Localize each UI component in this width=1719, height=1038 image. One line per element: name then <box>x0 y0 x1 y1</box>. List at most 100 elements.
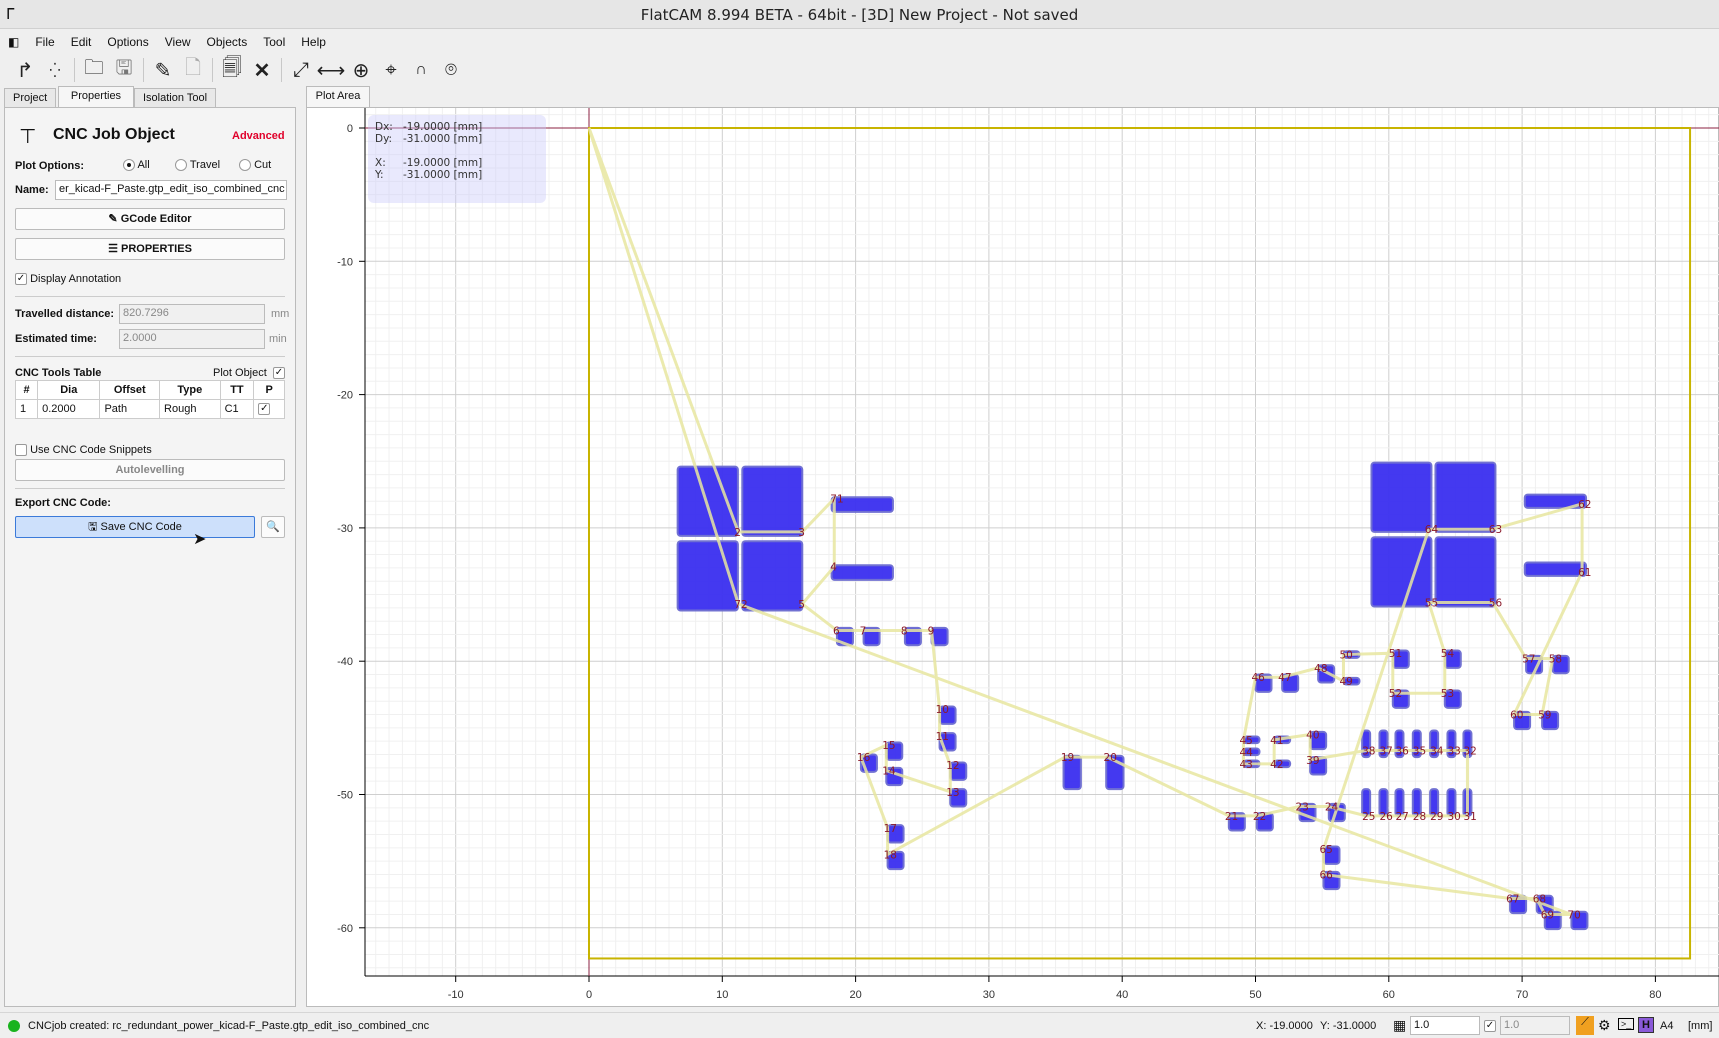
display-annotation-checkbox[interactable]: ✓ Display Annotation <box>15 273 122 286</box>
tab-project[interactable]: Project <box>4 88 57 107</box>
point-label: 7 <box>860 626 867 638</box>
gcode-editor-button[interactable]: ✎ GCode Editor <box>15 208 285 230</box>
snippets-checkbox[interactable]: Use CNC Code Snippets <box>15 444 152 457</box>
pad <box>676 465 739 537</box>
point-label: 19 <box>1061 752 1074 764</box>
menu-objects[interactable]: Objects <box>199 35 256 49</box>
save-cnc-button[interactable]: 🖫 Save CNC Code <box>15 516 255 538</box>
mouse-cursor-icon: ➤ <box>193 531 207 548</box>
name-label: Name: <box>15 184 49 196</box>
menu-bar: ◧ File Edit Options View Objects Tool He… <box>0 30 1719 53</box>
radio-cut[interactable]: Cut <box>239 159 271 172</box>
hud-icon[interactable]: H <box>1638 1017 1654 1033</box>
distance-icon[interactable]: ⟷ <box>316 56 346 84</box>
radio-travel[interactable]: Travel <box>175 159 220 172</box>
new-excellon-icon[interactable]: ⁛ <box>40 56 70 84</box>
coordinate-readout: Dx: -19.0000 [mm] Dy: -31.0000 [mm] X: -19.… <box>368 115 546 203</box>
plot-area[interactable]: -10 0 10 20 30 40 50 60 70 80 0 -10 -20 -30 -40 -50 -60 2… <box>306 107 1719 1007</box>
status-y: Y: -31.0000 <box>1320 1020 1377 1032</box>
status-message: CNCjob created: rc_redundant_power_kicad… <box>28 1020 430 1032</box>
y-tick-label: -50 <box>337 790 353 802</box>
point-label: 49 <box>1339 676 1352 688</box>
point-label: 44 <box>1240 747 1254 759</box>
point-label: 27 <box>1395 811 1408 823</box>
table-row[interactable]: 1 0.2000 Path Rough C1 ✓ <box>14 399 285 419</box>
name-input[interactable]: er_kicad-F_Paste.gtp_edit_iso_combined_c… <box>55 180 287 200</box>
settings-icon[interactable]: ⚙ <box>1598 1017 1611 1034</box>
point-label: 58 <box>1549 654 1562 666</box>
x-label: X: <box>375 157 386 169</box>
y-tick-label: -20 <box>337 390 353 402</box>
tab-isolation-tool[interactable]: Isolation Tool <box>134 88 216 107</box>
page-size-label[interactable]: A4 <box>1660 1020 1673 1032</box>
plot-tool-checkbox[interactable]: ✓ <box>253 399 285 419</box>
gcode-editor-label: GCode Editor <box>120 213 192 225</box>
point-label: 37 <box>1379 746 1392 758</box>
properties-button[interactable]: ☰ PROPERTIES <box>15 238 285 260</box>
menu-help[interactable]: Help <box>293 35 334 49</box>
title-bar: ᒥ FlatCAM 8.994 BETA - 64bit - [3D] New … <box>0 0 1719 29</box>
grid-y-input: 1.0 <box>1500 1016 1570 1035</box>
y-tick-label: 0 <box>347 123 353 135</box>
point-label: 16 <box>857 752 871 764</box>
toolbar: ↱ ⁛ 🗀 🖫 ✎ 🗋 🗐 ✕ ⤢ ⟷ ⊕ ⌖ ∩ ⌾ <box>0 54 1719 86</box>
menu-file[interactable]: File <box>27 35 62 49</box>
status-x: X: -19.0000 <box>1256 1020 1313 1032</box>
menu-edit[interactable]: Edit <box>63 35 100 49</box>
col-offset: Offset <box>99 380 161 400</box>
locate-icon[interactable]: ⌾ <box>436 56 466 84</box>
origin-icon[interactable]: ⌖ <box>376 56 406 84</box>
menu-view[interactable]: View <box>157 35 199 49</box>
units-label[interactable]: [mm] <box>1688 1020 1712 1032</box>
menu-tool[interactable]: Tool <box>255 35 293 49</box>
panel-toggle-icon[interactable]: ◧ <box>0 35 27 49</box>
pad <box>1434 461 1497 533</box>
dx-label: Dx: <box>375 121 393 133</box>
point-label: 8 <box>901 626 908 638</box>
delete-icon[interactable]: ✕ <box>247 56 277 84</box>
autolevelling-button[interactable]: Autolevelling <box>15 459 285 481</box>
point-label: 26 <box>1379 811 1393 823</box>
panel-title: CNC Job Object <box>53 126 175 143</box>
point-label: 63 <box>1489 524 1502 536</box>
point-label: 17 <box>884 823 897 835</box>
point-label: 31 <box>1463 811 1476 823</box>
y-label: Y: <box>375 169 384 181</box>
copy-icon[interactable]: 🗐 <box>217 56 247 84</box>
point-label: 45 <box>1240 735 1253 747</box>
col-dia: Dia <box>37 380 101 400</box>
cell-type: Rough <box>159 399 221 419</box>
tools-table-label: CNC Tools Table <box>15 367 102 379</box>
save-icon[interactable]: 🖫 <box>109 56 139 84</box>
open-icon[interactable]: 🗀 <box>79 56 109 84</box>
point-label: 12 <box>946 760 959 772</box>
point-label: 40 <box>1306 730 1319 742</box>
tab-properties[interactable]: Properties <box>58 86 134 107</box>
plot-object-checkbox[interactable]: ✓ <box>273 367 285 379</box>
pad <box>1523 561 1588 577</box>
plot-canvas[interactable]: -10 0 10 20 30 40 50 60 70 80 0 -10 -20 -30 -40 -50 -60 2… <box>307 108 1719 1008</box>
review-button[interactable]: 🔍 <box>261 516 285 538</box>
status-ok-icon <box>8 1020 20 1032</box>
zoom-fit-icon[interactable]: ⤢ <box>286 56 316 84</box>
grid-x-input[interactable]: 1.0 <box>1410 1016 1480 1035</box>
menu-options[interactable]: Options <box>99 35 156 49</box>
plot-options-label: Plot Options: <box>15 160 85 172</box>
export-label: Export CNC Code: <box>15 497 111 509</box>
new-geometry-icon[interactable]: ↱ <box>10 56 40 84</box>
plot-object-label: Plot Object <box>213 367 267 379</box>
axis-icon[interactable]: ⟋ <box>1576 1016 1594 1035</box>
point-label: 23 <box>1295 801 1308 813</box>
snap-icon[interactable]: ⊕ <box>346 56 376 84</box>
jump-icon[interactable]: ∩ <box>406 56 436 84</box>
radio-all[interactable]: All <box>123 159 150 172</box>
grid-lock-checkbox[interactable]: ✓ <box>1484 1020 1496 1032</box>
save-edit-icon[interactable]: 🗋 <box>178 56 208 84</box>
shell-icon[interactable]: >_ <box>1618 1018 1635 1030</box>
cell-tt: C1 <box>219 399 255 419</box>
edit-icon[interactable]: ✎ <box>148 56 178 84</box>
point-label: 24 <box>1325 801 1339 813</box>
display-annotation-label: Display Annotation <box>30 273 122 285</box>
time-unit: min <box>269 333 287 345</box>
tab-plot-area[interactable]: Plot Area <box>306 86 370 107</box>
